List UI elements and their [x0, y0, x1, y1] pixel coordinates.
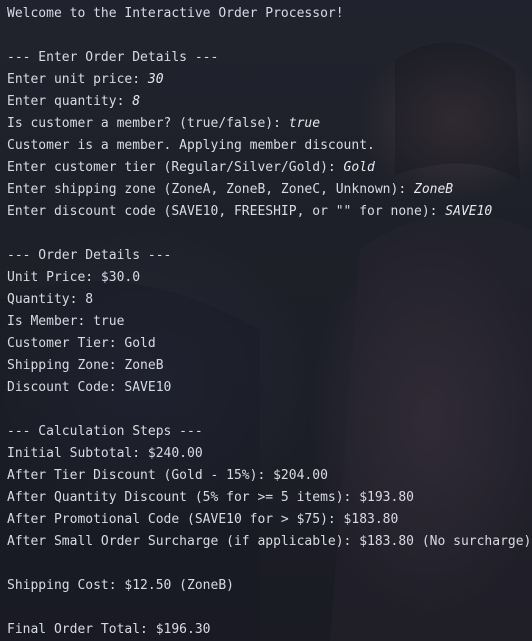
prompt-label: Is customer a member? (true/false):: [7, 116, 289, 131]
detail-customer-tier: Customer Tier: Gold: [7, 336, 156, 351]
detail-is-member: Is Member: true: [7, 314, 125, 329]
user-input: Gold: [343, 160, 375, 175]
terminal-output: Welcome to the Interactive Order Process…: [7, 3, 532, 641]
user-input: ZoneB: [414, 182, 454, 197]
order-details-header: --- Order Details ---: [7, 248, 172, 263]
user-input: SAVE10: [445, 204, 493, 219]
final-total-line: Final Order Total: $196.30: [7, 622, 211, 637]
welcome-line: Welcome to the Interactive Order Process…: [7, 6, 344, 21]
prompt-discount-code: Enter discount code (SAVE10, FREESHIP, o…: [7, 201, 532, 223]
member-message: Customer is a member. Applying member di…: [7, 138, 375, 153]
prompt-tier: Enter customer tier (Regular/Silver/Gold…: [7, 157, 532, 179]
detail-quantity: Quantity: 8: [7, 292, 94, 307]
step-initial-subtotal: Initial Subtotal: $240.00: [7, 446, 203, 461]
step-tier-discount: After Tier Discount (Gold - 15%): $204.0…: [7, 468, 328, 483]
user-input: true: [288, 116, 321, 131]
prompt-label: Enter discount code (SAVE10, FREESHIP, o…: [7, 204, 446, 219]
calculation-steps-header: --- Calculation Steps ---: [7, 424, 203, 439]
terminal-window[interactable]: Welcome to the Interactive Order Process…: [0, 0, 532, 641]
prompt-unit-price: Enter unit price: 30: [7, 69, 532, 91]
user-input: 8: [132, 94, 141, 109]
user-input: 30: [147, 72, 164, 87]
detail-unit-price: Unit Price: $30.0: [7, 270, 141, 285]
step-promo-code: After Promotional Code (SAVE10 for > $75…: [7, 512, 399, 527]
enter-details-header: --- Enter Order Details ---: [7, 50, 219, 65]
prompt-shipping-zone: Enter shipping zone (ZoneA, ZoneB, ZoneC…: [7, 179, 532, 201]
step-quantity-discount: After Quantity Discount (5% for >= 5 ite…: [7, 490, 414, 505]
detail-discount-code: Discount Code: SAVE10: [7, 380, 172, 395]
shipping-cost-line: Shipping Cost: $12.50 (ZoneB): [7, 578, 234, 593]
prompt-member: Is customer a member? (true/false): true: [7, 113, 532, 135]
prompt-label: Enter customer tier (Regular/Silver/Gold…: [7, 160, 344, 175]
step-small-order-surcharge: After Small Order Surcharge (if applicab…: [7, 534, 532, 549]
detail-shipping-zone: Shipping Zone: ZoneB: [7, 358, 164, 373]
prompt-label: Enter unit price:: [7, 72, 148, 87]
prompt-quantity: Enter quantity: 8: [7, 91, 532, 113]
prompt-label: Enter quantity:: [7, 94, 133, 109]
prompt-label: Enter shipping zone (ZoneA, ZoneB, ZoneC…: [7, 182, 414, 197]
